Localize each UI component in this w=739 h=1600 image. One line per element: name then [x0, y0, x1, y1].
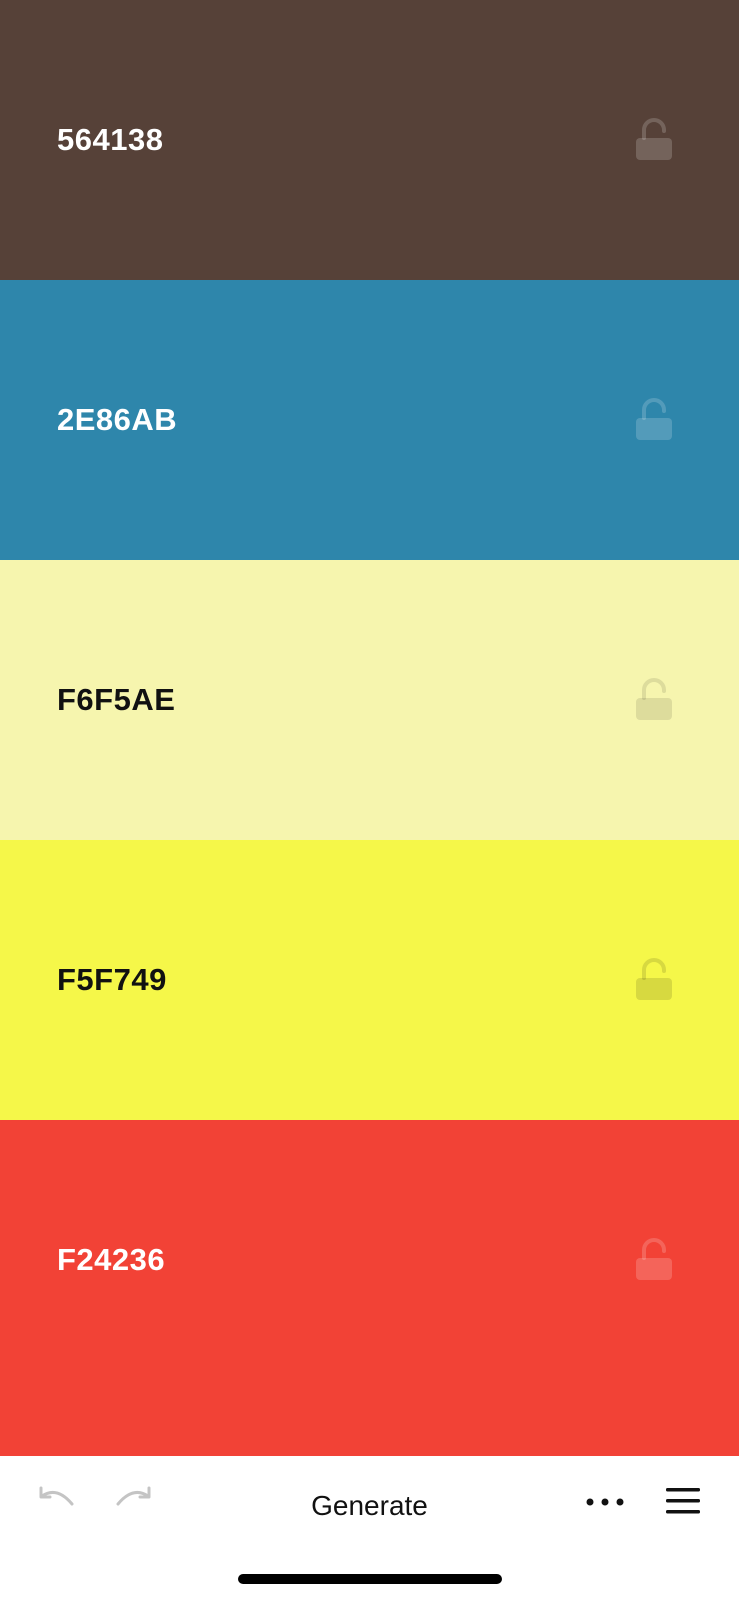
unlock-icon[interactable]: [635, 118, 673, 162]
color-swatch-4[interactable]: F5F749: [0, 840, 739, 1120]
hex-code[interactable]: F24236: [57, 1242, 165, 1278]
hex-code[interactable]: 564138: [57, 122, 163, 158]
generate-button-wrap: Generate: [0, 1490, 739, 1522]
unlock-icon[interactable]: [635, 1238, 673, 1282]
menu-button[interactable]: [665, 1486, 701, 1521]
palette: 564138 2E86AB F6F5AE F5F749 F24236: [0, 0, 739, 1456]
color-swatch-2[interactable]: 2E86AB: [0, 280, 739, 560]
redo-button[interactable]: [114, 1486, 152, 1517]
unlock-icon[interactable]: [635, 958, 673, 1002]
hex-code[interactable]: 2E86AB: [57, 402, 177, 438]
bottom-toolbar: Generate: [0, 1456, 739, 1600]
app-root: 564138 2E86AB F6F5AE F5F749 F24236 Gener…: [0, 0, 739, 1600]
color-swatch-1[interactable]: 564138: [0, 0, 739, 280]
hamburger-menu-icon: [666, 1488, 700, 1514]
undo-icon: [39, 1486, 74, 1506]
color-swatch-5[interactable]: F24236: [0, 1120, 739, 1456]
hex-code[interactable]: F6F5AE: [57, 682, 175, 718]
generate-button[interactable]: Generate: [311, 1490, 428, 1521]
home-indicator: [238, 1574, 502, 1584]
undo-button[interactable]: [38, 1486, 76, 1517]
color-swatch-3[interactable]: F6F5AE: [0, 560, 739, 840]
hex-code[interactable]: F5F749: [57, 962, 167, 998]
more-button[interactable]: [585, 1494, 625, 1512]
more-horizontal-icon: [586, 1498, 624, 1506]
unlock-icon[interactable]: [635, 398, 673, 442]
unlock-icon[interactable]: [635, 678, 673, 722]
redo-icon: [116, 1486, 151, 1506]
